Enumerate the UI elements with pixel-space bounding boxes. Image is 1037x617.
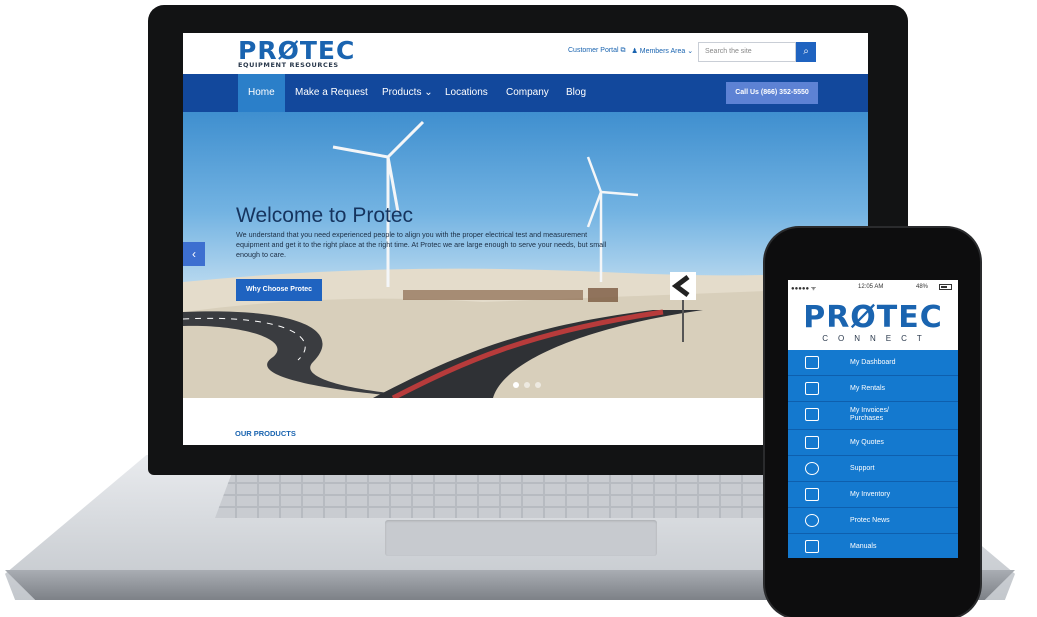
header-links: Customer Portal ⧉ ♟ Members Area ⌄ (568, 47, 693, 55)
rentals-icon (805, 382, 819, 395)
menu-item-my-inventory[interactable]: My Inventory (788, 482, 958, 508)
menu-item-label: Support (850, 465, 875, 472)
section-label: OUR PRODUCTS (235, 429, 296, 438)
app-menu: My Dashboard My Rentals My Invoices/ Pur… (788, 350, 958, 558)
members-area-link[interactable]: ♟ Members Area ⌄ (632, 47, 694, 55)
menu-item-label: My Inventory (850, 491, 891, 498)
menu-item-label: My Dashboard (850, 359, 896, 366)
signal-indicator: ●●●●● ᯤ (791, 286, 817, 292)
laptop-keyboard (215, 470, 815, 518)
menu-item-label: Protec News (850, 517, 890, 524)
manual-icon (805, 540, 819, 553)
status-time: 12:05 AM (858, 284, 884, 290)
nav-item-products[interactable]: Products ⌄ (382, 74, 433, 112)
dashboard-icon (805, 356, 819, 369)
hero-title: Welcome to Protec (236, 204, 414, 227)
menu-item-label: My Rentals (850, 385, 886, 392)
slider-dot[interactable] (513, 382, 519, 388)
nav-item-blog[interactable]: Blog (566, 74, 586, 112)
call-us-button[interactable]: Call Us (866) 352-5550 (726, 82, 818, 104)
menu-item-protec-news[interactable]: Protec News (788, 508, 958, 534)
invoice-icon (805, 408, 819, 421)
menu-item-label: Manuals (850, 543, 877, 550)
search-icon: ⌕ (803, 46, 809, 57)
menu-item-support[interactable]: Support (788, 456, 958, 482)
menu-item-my-invoices[interactable]: My Invoices/ Purchases (788, 402, 958, 430)
nav-item-home[interactable]: Home (238, 74, 285, 112)
why-choose-protec-button[interactable]: Why Choose Protec (236, 279, 322, 301)
battery-icon (939, 284, 952, 290)
hero-prev-arrow[interactable]: ‹ (183, 242, 205, 266)
customer-portal-link[interactable]: Customer Portal ⧉ (568, 47, 626, 55)
quote-icon (805, 436, 819, 449)
site-header: PRØTEC EQUIPMENT RESOURCES Customer Port… (183, 33, 868, 72)
nav-item-make-a-request[interactable]: Make a Request (295, 74, 368, 112)
chevron-left-icon: ‹ (192, 247, 196, 261)
menu-item-manuals[interactable]: Manuals (788, 534, 958, 558)
inventory-icon (805, 488, 819, 501)
menu-item-label: My Quotes (850, 439, 884, 446)
menu-item-my-quotes[interactable]: My Quotes (788, 430, 958, 456)
nav-item-company[interactable]: Company (506, 74, 549, 112)
nav-item-locations[interactable]: Locations (445, 74, 488, 112)
battery-percent: 48% (916, 284, 929, 290)
search-button[interactable]: ⌕ (796, 42, 816, 62)
support-icon (805, 462, 819, 475)
menu-item-my-rentals[interactable]: My Rentals (788, 376, 958, 402)
site-logo-tagline: EQUIPMENT RESOURCES (238, 61, 339, 69)
menu-item-my-dashboard[interactable]: My Dashboard (788, 350, 958, 376)
phone-status-bar: ●●●●● ᯤ 12:05 AM 48% (788, 280, 958, 294)
phone-screen: ●●●●● ᯤ 12:05 AM 48% PRØTEC CONNECT My D… (788, 280, 958, 558)
news-icon (805, 514, 819, 527)
app-logo: PRØTEC (803, 300, 943, 335)
search-input[interactable]: Search the site (698, 42, 796, 62)
app-logo-sub: CONNECT (822, 334, 932, 343)
menu-item-label: My Invoices/ Purchases (850, 407, 889, 422)
device-mockup-stage: PRØTEC EQUIPMENT RESOURCES Customer Port… (0, 0, 1037, 617)
hero-text: We understand that you need experienced … (236, 230, 607, 259)
laptop-trackpad (385, 520, 657, 556)
slider-dot[interactable] (524, 382, 530, 388)
slider-dot[interactable] (535, 382, 541, 388)
slider-dots (513, 382, 541, 388)
